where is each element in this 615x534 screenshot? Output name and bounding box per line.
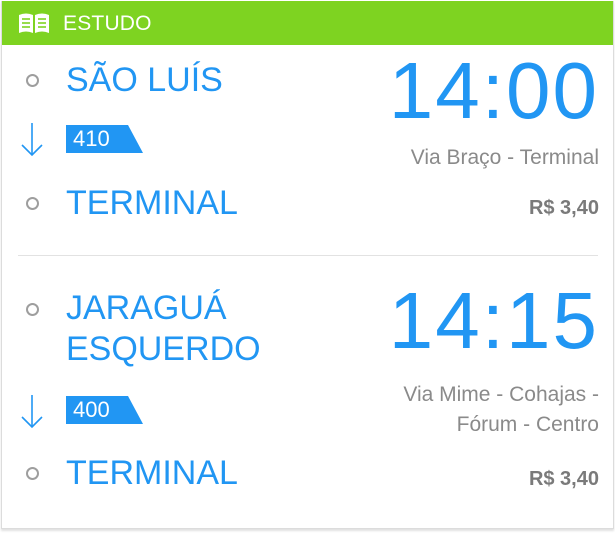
fare-price: R$ 3,40 (528, 197, 599, 219)
origin-stop-line1: JARAGUÁ (66, 289, 227, 327)
fare-price: R$ 3,40 (528, 468, 599, 490)
route-number: 400 (73, 397, 110, 422)
route-via-line1: Via Mime - Cohajas - (403, 383, 599, 406)
route-badge: 400 (66, 396, 144, 424)
trip-item[interactable]: JARAGUÁ ESQUERDO 400 TERMINAL 14:15 Via … (2, 256, 613, 528)
origin-dot-icon (26, 74, 39, 87)
destination-dot-icon (26, 467, 39, 480)
destination-stop: TERMINAL (66, 454, 238, 492)
origin-stop: SÃO LUÍS (66, 61, 223, 99)
trip-item[interactable]: SÃO LUÍS 410 TERMINAL 14:00 Via Braço - … (2, 1, 613, 255)
route-via: Via Braço - Terminal (410, 146, 599, 169)
route-badge: 410 (66, 125, 144, 153)
destination-dot-icon (26, 197, 39, 210)
departure-time: 14:00 (388, 46, 599, 135)
arrow-down-icon (21, 395, 43, 429)
route-number: 410 (73, 126, 110, 151)
departure-time: 14:15 (388, 276, 599, 365)
schedule-card: ESTUDO SÃO LUÍS 410 TERMINAL 14:00 Via B… (1, 1, 614, 529)
arrow-down-icon (21, 123, 43, 157)
origin-dot-icon (26, 303, 39, 316)
origin-stop-line2: ESQUERDO (66, 330, 261, 368)
destination-stop: TERMINAL (66, 184, 238, 222)
route-via-line2: Fórum - Centro (456, 413, 599, 436)
